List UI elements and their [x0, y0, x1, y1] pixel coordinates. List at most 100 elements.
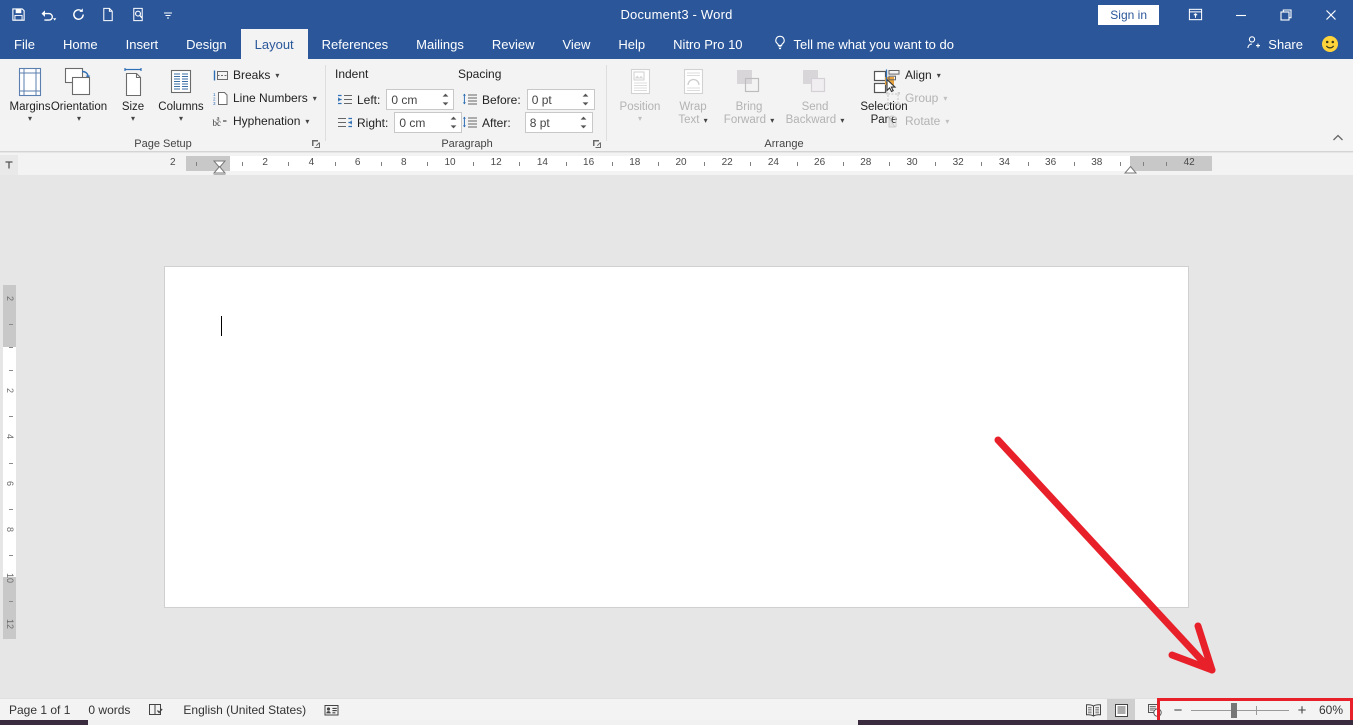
bring-forward-button[interactable]: Bring Forward ▾ — [717, 62, 781, 127]
spacing-after-row: After: — [461, 112, 593, 133]
share-label: Share — [1268, 36, 1303, 52]
spin-down-icon[interactable] — [578, 123, 590, 131]
tab-home[interactable]: Home — [49, 29, 112, 59]
tab-references[interactable]: References — [308, 29, 402, 59]
tab-nitro-pro-10[interactable]: Nitro Pro 10 — [659, 29, 756, 59]
chevron-down-icon[interactable]: ▾ — [638, 114, 642, 123]
zoom-level-button[interactable] — [1141, 699, 1169, 721]
right-indent-marker[interactable] — [1123, 161, 1138, 175]
line-numbers-button[interactable]: 123 Line Numbers ▾ — [209, 87, 320, 109]
horizontal-ruler[interactable]: 2 2 4 6 8 10 12 14 16 18 20 22 24 26 28 30 32 34 36 38 42 — [0, 153, 1353, 175]
page-setup-dialog-launcher[interactable] — [310, 137, 323, 150]
indent-left-field[interactable] — [386, 89, 455, 110]
tab-layout[interactable]: Layout — [240, 29, 308, 59]
chevron-down-icon[interactable]: ▾ — [943, 94, 947, 103]
minimize-icon[interactable] — [1218, 0, 1263, 29]
tab-design[interactable]: Design — [172, 29, 240, 59]
spin-up-icon[interactable] — [578, 114, 590, 122]
spin-down-icon[interactable] — [580, 100, 592, 108]
chevron-down-icon[interactable]: ▾ — [28, 114, 32, 123]
position-button[interactable]: Position ▾ — [611, 62, 669, 123]
chevron-down-icon[interactable]: ▾ — [275, 71, 279, 80]
ruler-tick — [473, 162, 474, 166]
paragraph-dialog-launcher[interactable] — [591, 137, 604, 150]
indent-left-spinner[interactable] — [439, 91, 451, 108]
share-button[interactable]: Share — [1240, 31, 1309, 57]
ribbon-display-options-icon[interactable] — [1173, 0, 1218, 29]
ruler-number: 38 — [1091, 157, 1103, 168]
chevron-down-icon[interactable]: ▾ — [937, 71, 941, 80]
spacing-before-spinner[interactable] — [580, 91, 592, 108]
tab-file[interactable]: File — [0, 29, 49, 59]
send-feedback-smiley-icon[interactable] — [1319, 33, 1341, 55]
read-mode-view-button[interactable] — [1079, 699, 1107, 721]
ruler-number: 14 — [536, 157, 548, 168]
document-canvas[interactable] — [18, 175, 1353, 698]
left-indent-marker[interactable] — [213, 168, 226, 175]
spacing-after-field[interactable] — [524, 112, 593, 133]
tab-stop-selector[interactable] — [0, 155, 18, 175]
ruler-tick — [889, 162, 890, 166]
send-backward-button[interactable]: Send Backward ▾ — [781, 62, 849, 127]
zoom-level-label[interactable]: 60% — [1311, 703, 1353, 717]
chevron-down-icon[interactable]: ▾ — [313, 94, 317, 103]
indent-right-field[interactable] — [394, 112, 463, 133]
ruler-tick — [427, 162, 428, 166]
zoom-out-button[interactable]: − — [1169, 700, 1187, 720]
close-icon[interactable] — [1308, 0, 1353, 29]
tab-review[interactable]: Review — [478, 29, 549, 59]
taskbar-active-region — [88, 720, 858, 725]
columns-button[interactable]: Columns ▾ — [154, 62, 208, 123]
collapse-ribbon-button[interactable] — [1331, 131, 1347, 147]
page-number-status[interactable]: Page 1 of 1 — [0, 699, 79, 721]
chevron-down-icon[interactable]: ▾ — [704, 116, 708, 125]
wrap-text-button[interactable]: Wrap Text ▾ — [669, 62, 717, 127]
restore-icon[interactable] — [1263, 0, 1308, 29]
orientation-button[interactable]: Orientation ▾ — [46, 62, 112, 123]
spin-down-icon[interactable] — [439, 100, 451, 108]
chevron-down-icon[interactable]: ▾ — [840, 116, 844, 125]
zoom-in-button[interactable]: + — [1293, 700, 1311, 720]
chevron-down-icon[interactable]: ▾ — [77, 114, 81, 123]
rotate-button[interactable]: Rotate ▾ — [881, 110, 952, 132]
spacing-after-input[interactable] — [525, 113, 576, 132]
tab-mailings[interactable]: Mailings — [402, 29, 478, 59]
document-page[interactable] — [164, 266, 1189, 608]
indent-left-input[interactable] — [387, 90, 438, 109]
spin-up-icon[interactable] — [580, 91, 592, 99]
sign-in-button[interactable]: Sign in — [1098, 4, 1159, 25]
tab-insert[interactable]: Insert — [112, 29, 173, 59]
zoom-slider[interactable] — [1191, 700, 1289, 720]
ruler-tick — [612, 162, 613, 166]
vruler-number: 2 — [5, 388, 15, 394]
indent-right-input[interactable] — [395, 113, 446, 132]
hyphenation-button[interactable]: bc a Hyphenation ▾ — [209, 110, 312, 132]
word-count-status[interactable]: 0 words — [79, 699, 139, 721]
tell-me-search[interactable]: Tell me what you want to do — [757, 29, 964, 59]
accessibility-checker-icon[interactable] — [315, 699, 348, 721]
spacing-before-field[interactable] — [526, 89, 595, 110]
vertical-ruler[interactable]: 2 2 4 6 8 10 12 — [0, 175, 18, 698]
chevron-down-icon[interactable]: ▾ — [305, 117, 309, 126]
indent-right-spinner[interactable] — [447, 114, 459, 131]
align-button[interactable]: Align ▾ — [881, 64, 944, 86]
proofing-errors-icon[interactable] — [139, 699, 174, 721]
spin-up-icon[interactable] — [439, 91, 451, 99]
breaks-button[interactable]: Breaks ▾ — [209, 64, 282, 86]
tab-help[interactable]: Help — [604, 29, 659, 59]
language-status[interactable]: English (United States) — [174, 699, 315, 721]
group-button[interactable]: Group ▾ — [881, 87, 950, 109]
print-layout-view-button[interactable] — [1107, 699, 1135, 721]
spacing-before-input[interactable] — [527, 90, 578, 109]
chevron-down-icon[interactable]: ▾ — [179, 114, 183, 123]
spin-up-icon[interactable] — [447, 114, 459, 122]
tab-view[interactable]: View — [548, 29, 604, 59]
size-button[interactable]: Size ▾ — [112, 62, 154, 123]
chevron-down-icon[interactable]: ▾ — [945, 117, 949, 126]
chevron-down-icon[interactable]: ▾ — [131, 114, 135, 123]
zoom-slider-thumb[interactable] — [1231, 703, 1237, 718]
indent-right-text: Right: — [357, 115, 389, 130]
spin-down-icon[interactable] — [447, 123, 459, 131]
spacing-after-spinner[interactable] — [578, 114, 590, 131]
chevron-down-icon[interactable]: ▾ — [770, 116, 774, 125]
